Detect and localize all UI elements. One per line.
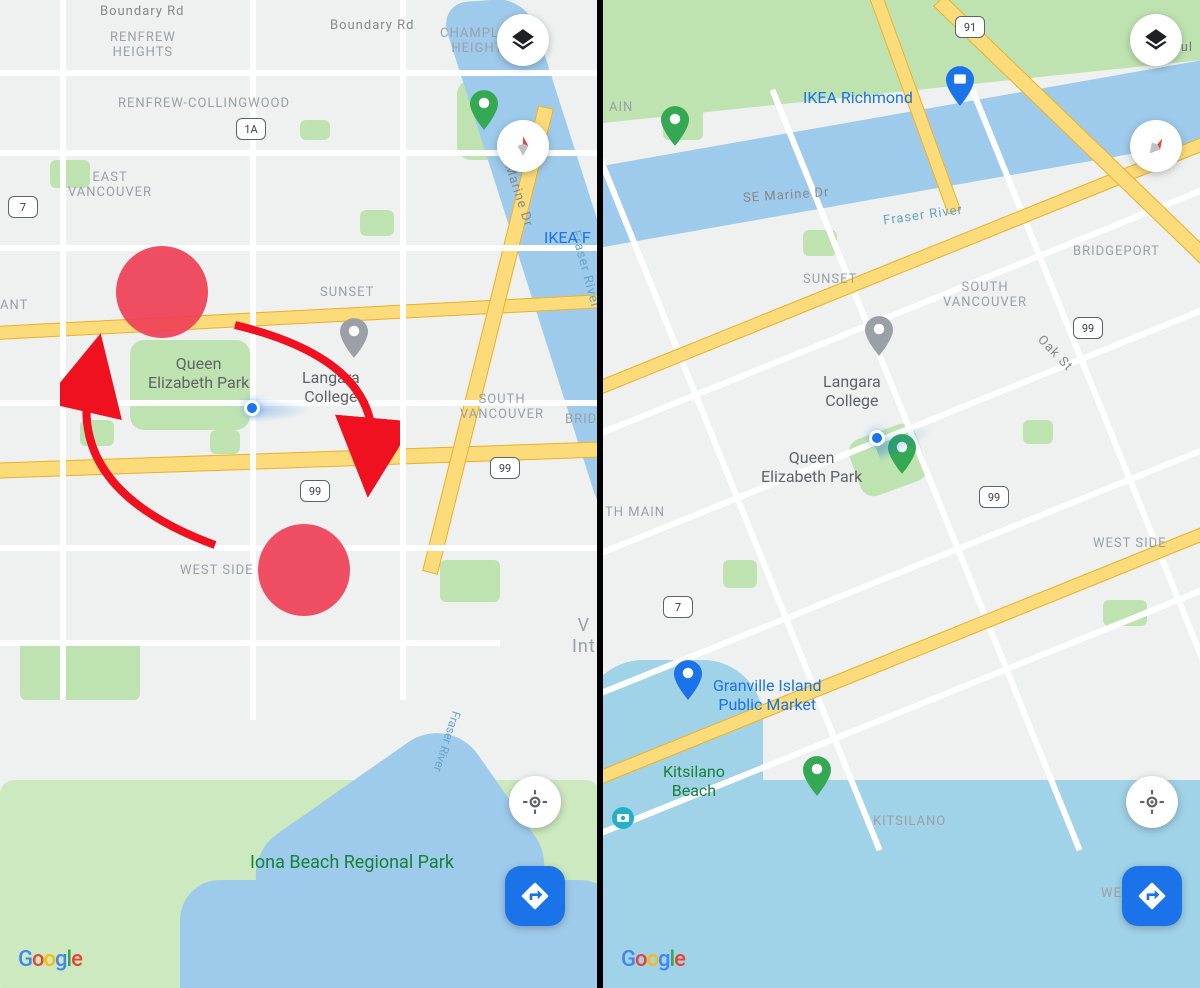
poi-pin-kitsilano[interactable] <box>803 756 831 796</box>
poi-pin-park[interactable] <box>661 106 689 146</box>
compass-icon <box>1138 128 1175 165</box>
google-attribution: Google <box>621 947 685 972</box>
poi-granville-island[interactable]: Granville Island Public Market <box>713 676 821 714</box>
directions-icon <box>1136 880 1168 912</box>
poi-pin-granville[interactable] <box>674 660 702 700</box>
area-label: BRID <box>565 412 597 427</box>
poi-pin-ikea[interactable] <box>946 66 974 106</box>
poi-ikea-richmond[interactable]: IKEA Richmond <box>803 88 913 107</box>
my-location-icon <box>522 789 548 815</box>
layers-button[interactable] <box>1130 14 1182 66</box>
road <box>0 70 597 76</box>
park-block <box>360 210 394 236</box>
poi-queen-elizabeth-park[interactable]: Queen Elizabeth Park <box>761 448 862 486</box>
area-label: SUNSET <box>803 272 857 287</box>
area-label: WEST SIDE <box>1093 536 1167 551</box>
area-label: V Int <box>572 615 596 657</box>
poi-pin-park[interactable] <box>470 90 498 130</box>
layers-icon <box>510 27 536 53</box>
google-attribution: Google <box>18 947 82 972</box>
map-panel-right[interactable]: AIN SUNSET BRIDGEPORT SOUTH VANCOUVER TH… <box>603 0 1200 988</box>
directions-button[interactable] <box>505 866 565 926</box>
road <box>400 0 406 700</box>
park-block <box>723 560 757 588</box>
area-label: RENFREW HEIGHTS <box>110 30 176 60</box>
area-label: EAST VANCOUVER <box>68 170 152 200</box>
highway-shield-1a: 1A <box>236 118 266 140</box>
poi-pin-langara[interactable] <box>865 316 893 356</box>
highway-shield-99: 99 <box>1073 317 1103 339</box>
directions-icon <box>519 880 551 912</box>
park-block <box>440 560 500 602</box>
area-label: RENFREW-COLLINGWOOD <box>118 96 290 111</box>
poi-langara-college[interactable]: Langara College <box>823 372 881 410</box>
area-label: AIN <box>609 100 633 115</box>
river-label: Fraser River <box>882 202 963 228</box>
area-label: ANT <box>0 298 28 313</box>
map-canvas[interactable]: AIN SUNSET BRIDGEPORT SOUTH VANCOUVER TH… <box>603 0 1200 988</box>
poi-kitsilano-beach[interactable]: Kitsilano Beach <box>663 762 725 800</box>
highway-shield-99: 99 <box>979 486 1009 508</box>
directions-button[interactable] <box>1122 866 1182 926</box>
area-label: KITSILANO <box>873 814 946 829</box>
poi-pin-camera[interactable] <box>611 806 635 830</box>
layers-icon <box>1143 27 1169 53</box>
layers-button[interactable] <box>497 14 549 66</box>
compass-button[interactable] <box>497 120 549 172</box>
road-label: Boundary Rd <box>330 18 415 33</box>
area-label: BRIDGEPORT <box>1073 244 1160 259</box>
compass-icon <box>510 133 536 159</box>
gesture-rotate-arrows <box>60 290 400 580</box>
my-location-button[interactable] <box>1126 776 1178 828</box>
area-label: SOUTH VANCOUVER <box>460 392 544 422</box>
my-location-icon <box>1139 789 1165 815</box>
highway-shield-7: 7 <box>8 196 38 218</box>
poi-ikea[interactable]: IKEA F <box>544 228 591 247</box>
compass-button[interactable] <box>1130 120 1182 172</box>
area-label: SOUTH VANCOUVER <box>943 280 1027 310</box>
my-location-button[interactable] <box>509 776 561 828</box>
highway-shield-7: 7 <box>663 596 693 618</box>
park-block <box>1023 420 1053 444</box>
road <box>0 245 597 251</box>
user-location-dot <box>869 430 885 446</box>
poi-iona-beach[interactable]: Iona Beach Regional Park <box>250 852 454 873</box>
area-label: TH MAIN <box>605 505 665 520</box>
road-marine-dr <box>422 105 554 575</box>
map-panel-left[interactable]: RENFREW HEIGHTS RENFREW-COLLINGWOOD CHAM… <box>0 0 597 988</box>
highway-shield-99: 99 <box>490 457 520 479</box>
park-block <box>20 640 140 700</box>
road-label: Boundary Rd <box>100 4 185 19</box>
park-block <box>300 120 330 140</box>
highway-shield-91: 91 <box>955 16 985 38</box>
